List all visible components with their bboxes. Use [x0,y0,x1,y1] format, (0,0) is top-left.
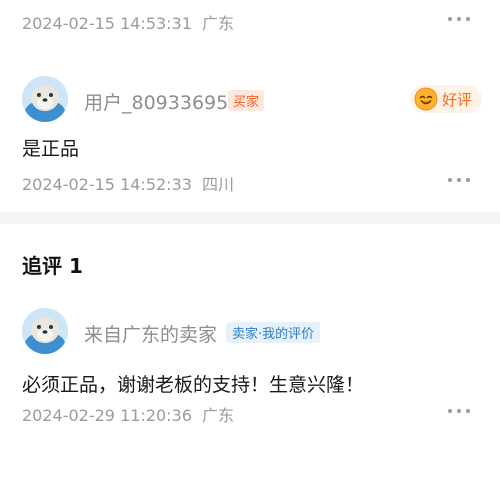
seal-avatar-icon [22,76,68,122]
rating-label: 好评 [442,90,473,109]
review-date: 2024-02-15 14:53:31 [22,14,192,33]
smile-emoji-icon [414,87,438,111]
more-dots-icon[interactable] [448,408,470,414]
more-dots-icon[interactable] [448,177,470,183]
seller-badge: 卖家·我的评价 [226,322,321,343]
followup-label: 追评 [22,254,62,278]
avatar[interactable] [22,76,68,122]
followup-count: 1 [68,254,83,278]
review-meta: 2024-02-15 14:52:33 四川 [22,171,234,195]
review-location: 广东 [201,14,234,33]
seal-avatar-icon [22,308,68,354]
seller-username[interactable]: 来自广东的卖家 [84,320,217,347]
review-location: 四川 [201,175,234,194]
seller-avatar[interactable] [22,308,68,354]
review-meta: 2024-02-15 14:53:31 广东 [22,10,234,34]
followup-title: 追评 1 [22,250,83,279]
section-divider [0,212,500,224]
review-date: 2024-02-15 14:52:33 [22,175,192,194]
more-dots-icon[interactable] [448,16,470,22]
followup-content: 必须正品，谢谢老板的支持！生意兴隆！ [22,374,365,396]
followup-location: 广东 [201,406,234,425]
username[interactable]: 用户_80933695 [84,88,228,115]
followup-date: 2024-02-29 11:20:36 [22,406,192,425]
rating-pill: 好评 [410,85,483,113]
buyer-badge: 买家 [228,90,265,111]
followup-meta: 2024-02-29 11:20:36 广东 [22,402,234,426]
review-content: 是正品 [22,138,80,160]
